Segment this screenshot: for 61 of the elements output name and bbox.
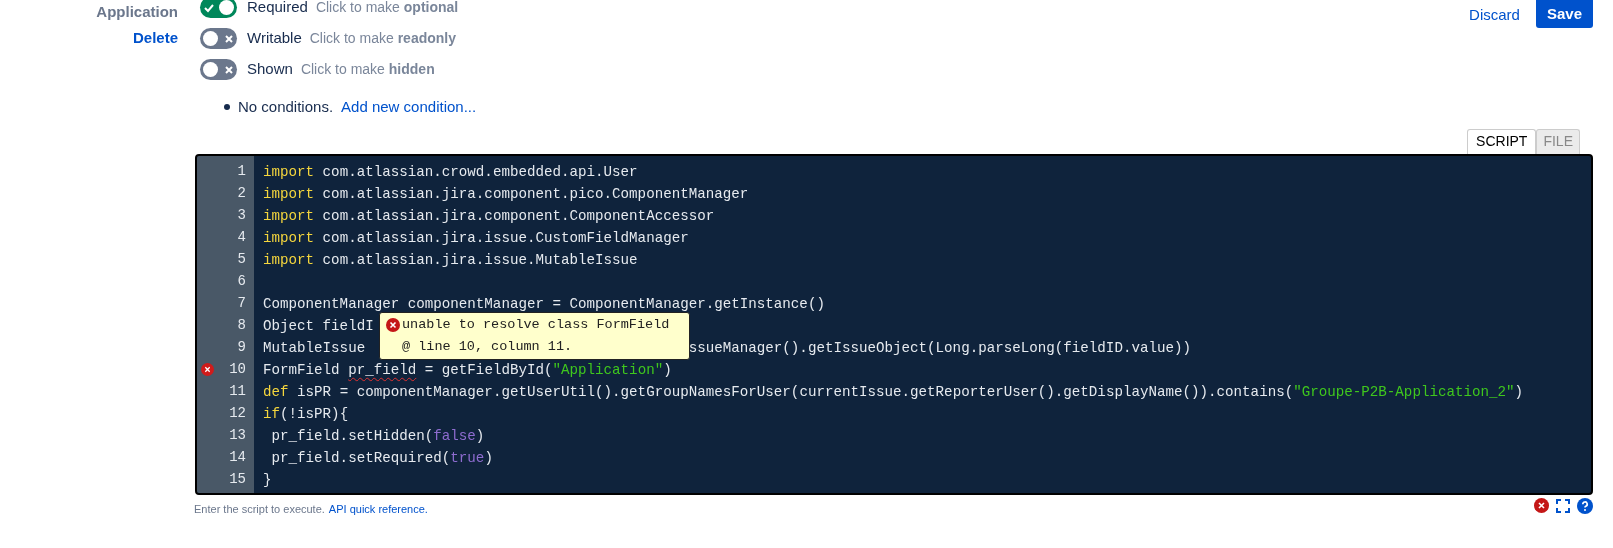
toggle-label: Required	[247, 0, 308, 18]
cross-icon	[224, 33, 234, 44]
line-number: 7	[237, 294, 246, 313]
code-line: import com.atlassian.jira.component.pico.ComponentManager	[263, 185, 749, 202]
code-line: def isPR = componentManager.getUserUtil().getGroupNamesForUser(currentIssue.getReporterUser().getDisplayName()).contains("Groupe-P2B-Application_2")	[263, 383, 1524, 400]
save-button[interactable]: Save	[1535, 0, 1593, 28]
code-line: import com.atlassian.jira.issue.CustomFieldManager	[263, 229, 689, 246]
error-icon	[386, 317, 400, 332]
error-message: unable to resolve class FormField	[402, 315, 670, 334]
toggle-label: Shown	[247, 59, 293, 80]
code-line: Object fieldI	[263, 317, 374, 334]
line-number: 2	[237, 184, 246, 203]
code-line: if(!isPR){	[263, 405, 349, 422]
line-number: 5	[237, 250, 246, 269]
line-number: 14	[229, 448, 246, 467]
toggle-switch[interactable]	[200, 59, 237, 80]
code-line: FormField pr_field = getFieldById("Application")	[263, 361, 672, 378]
conditions-text: No conditions.	[238, 97, 334, 117]
bullet-icon	[224, 104, 230, 111]
toggle-hint[interactable]: Click to make optional	[315, 0, 459, 18]
code-line: MutableIssue	[263, 339, 366, 356]
api-reference-link[interactable]: API quick reference.	[328, 500, 428, 517]
toggle-knob	[203, 62, 218, 77]
error-location: @ line 10, column 11.	[402, 338, 573, 354]
toggle-label: Writable	[247, 28, 302, 49]
line-number: 11	[229, 382, 246, 401]
code-editor[interactable]	[195, 153, 1593, 495]
line-number: 4	[237, 228, 246, 247]
line-number: 3	[237, 206, 246, 225]
fullscreen-icon[interactable]	[1556, 498, 1570, 513]
code-line: ComponentManager componentManager = ComponentManager.getInstance()	[263, 295, 825, 312]
toggle-hint[interactable]: Click to make readonly	[309, 28, 457, 49]
code-line: pr_field.setHidden(false)	[270, 427, 485, 444]
code-line: }	[263, 471, 272, 488]
line-number: 15	[229, 470, 246, 489]
delete-link[interactable]: Delete	[132, 28, 178, 48]
line-number: 8	[237, 316, 246, 335]
line-number: 6	[237, 272, 246, 291]
line-number: 10	[229, 360, 246, 379]
editor-tab[interactable]: SCRIPT	[1467, 128, 1537, 154]
line-number: 13	[229, 426, 246, 445]
field-name: Application	[96, 2, 178, 22]
help-text: Enter the script to execute.	[194, 501, 325, 517]
discard-link[interactable]: Discard	[1469, 4, 1520, 27]
code-line: import com.atlassian.jira.issue.MutableIssue	[263, 251, 638, 268]
add-condition-link[interactable]: Add new condition...	[341, 96, 477, 119]
code-line: import com.atlassian.crowd.embedded.api.User	[263, 163, 638, 180]
code-line: ssueManager().getIssueObject(Long.parseLong(fieldID.value))	[688, 338, 1191, 358]
error-icon[interactable]	[1534, 498, 1549, 514]
help-icon[interactable]	[1577, 497, 1593, 514]
code-line: import com.atlassian.jira.component.ComponentAccessor	[263, 207, 715, 224]
line-number: 12	[229, 404, 246, 423]
toggle-hint[interactable]: Click to make hidden	[300, 59, 435, 80]
toggle-switch[interactable]	[200, 0, 237, 18]
toggle-knob	[219, 0, 234, 15]
cross-icon	[224, 64, 234, 75]
line-number: 9	[237, 338, 246, 357]
toggle-switch[interactable]	[200, 28, 237, 49]
toggle-knob	[203, 31, 218, 46]
code-line: pr_field.setRequired(true)	[270, 449, 493, 466]
line-number: 1	[237, 162, 246, 181]
